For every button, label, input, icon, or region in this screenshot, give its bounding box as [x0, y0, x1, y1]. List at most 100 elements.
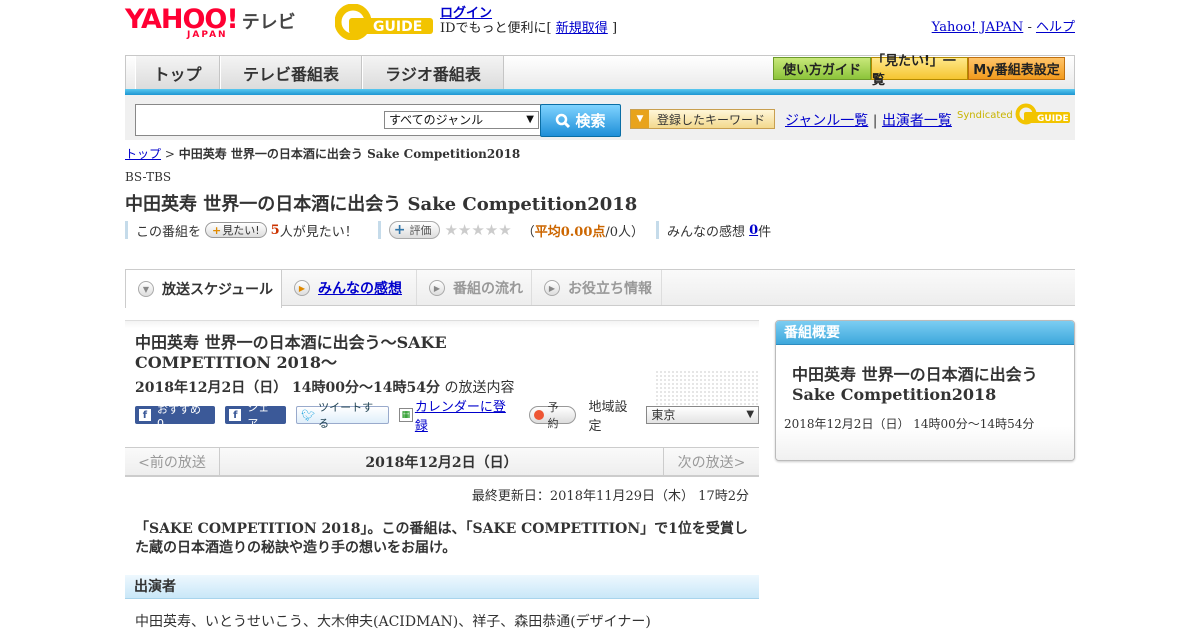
- yahoo-japan-link[interactable]: Yahoo! JAPAN: [932, 20, 1024, 35]
- dot-pattern: [655, 370, 759, 410]
- cast-list: 中田英寿、いとうせいこう、大木伸夫(ACIDMAN)、祥子、森田恭通(デザイナー…: [135, 614, 651, 630]
- calendar-link[interactable]: カレンダーに登録: [415, 396, 519, 434]
- calendar-icon: ▦: [398, 408, 413, 422]
- play-icon: ▶: [294, 279, 310, 296]
- genre-list-link[interactable]: ジャンル一覧: [785, 113, 868, 129]
- nav-tab-label: ラジオ番組表: [385, 64, 481, 84]
- reserve-button[interactable]: 予約: [528, 401, 577, 430]
- top-links-sep: -: [1027, 20, 1032, 35]
- broadcast-title: 中田英寿 世界一の日本酒に出会う～SAKE COMPETITION 2018～: [135, 333, 447, 372]
- program-summary-panel: 番組概要 中田英寿 世界一の日本酒に出会う Sake Competition20…: [775, 320, 1075, 461]
- cast-heading: 出演者: [125, 575, 759, 599]
- search-links: ジャンル一覧 | 出演者一覧: [785, 110, 952, 130]
- search-links-sep: |: [872, 113, 878, 129]
- summary-heading: 番組概要: [776, 321, 1074, 345]
- register-link[interactable]: 新規取得: [556, 21, 608, 36]
- chevron-down-icon: ▼: [138, 281, 154, 297]
- registered-keywords-button[interactable]: ▼ 登録したキーワード: [630, 109, 775, 129]
- program-subtabs: ▼ 放送スケジュール ▶ みんなの感想 ▶ 番組の流れ ▶ お役立ち情報: [125, 269, 1075, 308]
- breadcrumb: トップ > 中田英寿 世界一の日本酒に出会う Sake Competition2…: [125, 145, 520, 162]
- rating-average: 平均0.00点: [534, 224, 606, 240]
- nav-tab-top[interactable]: トップ: [135, 56, 220, 89]
- login-prompt: IDでもっと便利に[: [440, 21, 552, 36]
- search-bar: すべてのジャンル ▼ 検索 ▼ 登録したキーワード ジャンル一覧 | 出演者一覧…: [125, 95, 1075, 140]
- tab-program-flow[interactable]: ▶ 番組の流れ: [417, 270, 532, 305]
- breadcrumb-top-link[interactable]: トップ: [125, 147, 161, 161]
- want-prefix: この番組を: [136, 224, 202, 240]
- want-button-label: 見たい!: [222, 224, 260, 237]
- caret-down-icon: ▼: [631, 110, 649, 128]
- broadcast-datetime-suffix: の放送内容: [444, 380, 515, 396]
- program-description: 「SAKE COMPETITION 2018」。この番組は、「SAKE COMP…: [135, 521, 748, 556]
- program-meta: この番組を + 見たい! 5 人が見たい！ + 評価 ★★★★★ （ 平均0.0…: [125, 221, 772, 240]
- play-icon: ▶: [429, 279, 445, 296]
- facebook-icon: f: [229, 409, 242, 421]
- yahoo-logo[interactable]: YAHOO! JAPAN テレビ: [125, 6, 296, 41]
- yahoo-logo-sub: JAPAN: [187, 30, 228, 40]
- share-row: f おすすめ 0 f シェア 🐦︎ ツイートする ▦ カレンダーに登録 予約 地…: [135, 400, 760, 434]
- station-name: BS-TBS: [125, 170, 172, 184]
- rate-button[interactable]: + 評価: [388, 221, 441, 239]
- page-title: 中田英寿 世界一の日本酒に出会う Sake Competition2018: [125, 194, 638, 215]
- tweet-label: ツイートする: [318, 401, 374, 430]
- breadcrumb-sep: >: [164, 147, 175, 161]
- want-count: 5: [270, 222, 280, 238]
- nav-tab-radio-schedule[interactable]: ラジオ番組表: [362, 56, 504, 89]
- gguide-small-icon: GUIDE: [1015, 103, 1070, 125]
- genre-select[interactable]: すべてのジャンル ▼: [384, 111, 539, 129]
- tab-label: みんなの感想: [318, 280, 402, 297]
- region-select-value: 東京: [651, 408, 676, 422]
- plus-icon: +: [212, 223, 222, 237]
- tweet-button[interactable]: 🐦︎ ツイートする: [296, 401, 389, 430]
- top-links: Yahoo! JAPAN - ヘルプ: [932, 16, 1075, 35]
- summary-datetime: 2018年12月2日（日） 14時00分～14時54分: [784, 417, 1035, 431]
- impressions-unit: 件: [758, 224, 772, 240]
- tab-schedule[interactable]: ▼ 放送スケジュール: [125, 270, 282, 308]
- next-broadcast-button[interactable]: 次の放送>: [663, 448, 759, 476]
- syndicated-label: Syndicated: [957, 109, 1013, 121]
- page: YAHOO! JAPAN テレビ GUIDE ログイン IDでもっと便利に[ 新…: [125, 0, 1075, 630]
- breadcrumb-current: 中田英寿 世界一の日本酒に出会う Sake Competition2018: [178, 147, 521, 161]
- syndicated-logo: Syndicated GUIDE: [957, 103, 1071, 127]
- login-link[interactable]: ログイン: [440, 6, 492, 21]
- prev-broadcast-button[interactable]: <前の放送: [125, 448, 220, 476]
- search-icon: [556, 113, 571, 128]
- impressions-count-link[interactable]: 0: [749, 223, 758, 238]
- want-button[interactable]: + 見たい!: [205, 222, 267, 238]
- broadcast-day-nav: <前の放送 2018年12月2日（日） 次の放送>: [125, 447, 759, 477]
- login-box: ログイン IDでもっと便利に[ 新規取得 ]: [440, 6, 617, 36]
- nav-tab-label: テレビ番組表: [242, 64, 339, 84]
- rating-open: （: [521, 224, 535, 240]
- bird-icon: 🐦︎: [301, 408, 316, 422]
- nav-tab-tv-schedule[interactable]: テレビ番組表: [220, 56, 362, 89]
- tab-impressions[interactable]: ▶ みんなの感想: [282, 270, 417, 305]
- search-button[interactable]: 検索: [540, 104, 621, 137]
- facebook-share-button[interactable]: f シェア: [225, 401, 287, 430]
- want-suffix: 人が見たい！: [279, 224, 358, 240]
- my-schedule-button[interactable]: My番組表設定: [968, 57, 1065, 80]
- impressions-label: みんなの感想: [667, 224, 746, 240]
- record-icon: [533, 410, 544, 420]
- meta-divider: [377, 221, 381, 239]
- gguide-logo[interactable]: GUIDE: [335, 4, 433, 40]
- want-list-button[interactable]: 「見たい!」一覧: [871, 54, 968, 88]
- guide-button[interactable]: 使い方ガイド: [773, 57, 871, 80]
- broadcast-datetime-row: 2018年12月2日（日） 14時00分～14時54分 の放送内容: [135, 377, 514, 397]
- broadcast-detail: 中田英寿 世界一の日本酒に出会う～SAKE COMPETITION 2018～ …: [125, 320, 760, 630]
- meta-divider: [125, 221, 128, 239]
- tab-label: 番組の流れ: [453, 280, 523, 297]
- summary-title: 中田英寿 世界一の日本酒に出会う Sake Competition2018: [792, 365, 1038, 404]
- help-link[interactable]: ヘルプ: [1036, 20, 1075, 35]
- region-label: 地域設定: [588, 400, 628, 434]
- region-select[interactable]: 東京 ▼: [646, 406, 760, 424]
- tab-useful-info[interactable]: ▶ お役立ち情報: [532, 270, 662, 305]
- play-icon: ▶: [544, 279, 560, 296]
- facebook-recommend-button[interactable]: f おすすめ 0: [135, 403, 216, 430]
- chevron-down-icon: ▼: [746, 409, 755, 420]
- facebook-share-label: シェア: [247, 401, 270, 430]
- meta-divider: [656, 221, 660, 239]
- rate-button-label: 評価: [409, 224, 432, 237]
- cast-list-link[interactable]: 出演者一覧: [882, 113, 952, 129]
- main-nav: トップ テレビ番組表 ラジオ番組表 使い方ガイド 「見たい!」一覧 My番組表設…: [125, 54, 1075, 93]
- registered-keywords-label: 登録したキーワード: [657, 112, 766, 127]
